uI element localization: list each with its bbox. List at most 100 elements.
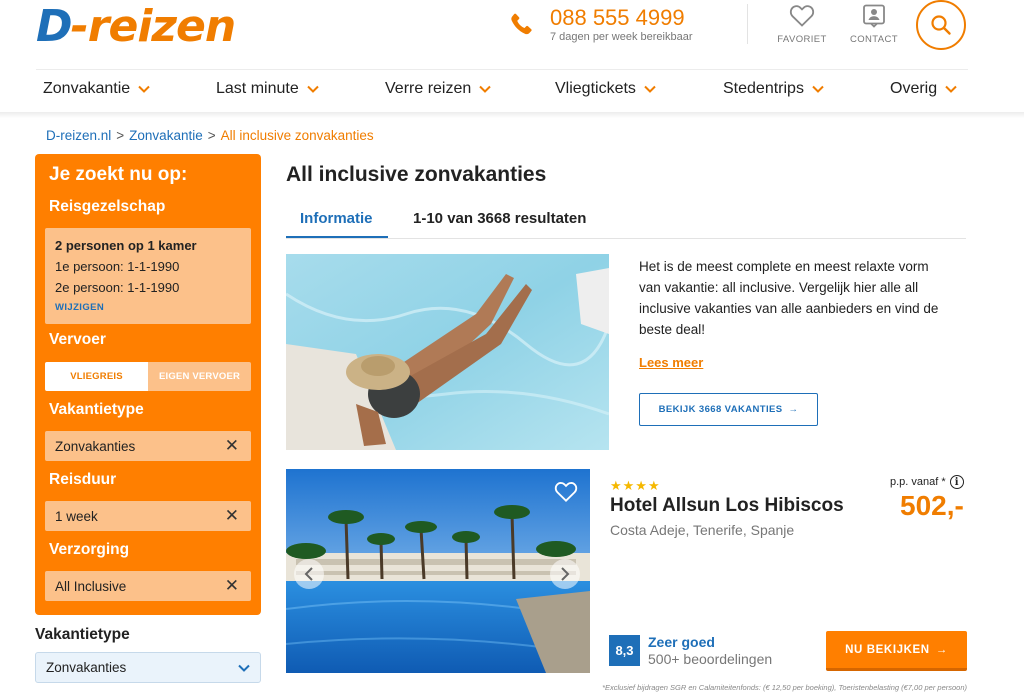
close-icon[interactable]: ✕ — [225, 576, 239, 596]
hotel-name[interactable]: Hotel Allsun Los Hibiscos — [610, 495, 844, 517]
breadcrumb-separator: > — [116, 128, 125, 143]
price-label-text: p.p. vanaf * — [890, 476, 946, 488]
search-icon — [931, 15, 951, 35]
nav-item-stedentrips[interactable]: Stedentrips — [723, 80, 824, 98]
filter-chip-board: All Inclusive ✕ — [45, 571, 251, 601]
tab-results[interactable]: 1-10 van 3668 resultaten — [413, 210, 586, 227]
nav-shadow — [0, 112, 1024, 118]
nav-label: Vliegtickets — [555, 80, 636, 97]
close-icon[interactable]: ✕ — [225, 506, 239, 526]
arrow-right-icon: → — [935, 643, 948, 656]
heart-icon — [789, 5, 815, 27]
duration-title: Reisduur — [49, 471, 117, 488]
favorites-button[interactable]: FAVORIET — [767, 4, 837, 45]
transport-title: Vervoer — [49, 331, 106, 348]
contact-icon — [863, 4, 885, 28]
chevron-down-icon — [238, 664, 250, 672]
arrow-right-icon: → — [788, 404, 799, 415]
board-title: Verzorging — [49, 541, 130, 558]
carousel-prev-button[interactable] — [294, 559, 324, 589]
filter-chip-duration: 1 week ✕ — [45, 501, 251, 531]
view-vacations-button[interactable]: BEKIJK 3668 VAKANTIES → — [639, 393, 818, 426]
info-icon[interactable]: i — [949, 475, 964, 489]
close-icon[interactable]: ✕ — [225, 436, 239, 456]
nav-label: Last minute — [216, 80, 299, 97]
vacation-type-title: Vakantietype — [49, 401, 144, 418]
nav-item-overig[interactable]: Overig — [890, 80, 957, 98]
site-header: D -reizen 088 555 4999 7 dagen per week b… — [0, 0, 1024, 70]
favorite-heart-icon[interactable] — [554, 481, 578, 503]
site-logo[interactable]: D -reizen — [36, 0, 237, 52]
transport-option-own[interactable]: EIGEN VERVOER — [148, 362, 251, 391]
filter-sidebar: Je zoekt nu op: Reisgezelschap 2 persone… — [35, 154, 261, 615]
chevron-down-icon — [479, 85, 491, 93]
read-more-link[interactable]: Lees meer — [639, 355, 703, 370]
header-divider — [747, 4, 748, 44]
vacation-type-select[interactable]: Zonvakanties — [35, 652, 261, 683]
phone-icon[interactable] — [506, 8, 536, 42]
price-footnote: *Exclusief bijdragen SGR en Calamiteiten… — [602, 683, 967, 692]
party-person-1: 1e persoon: 1-1-1990 — [55, 259, 180, 274]
breadcrumb-separator: > — [207, 128, 216, 143]
chevron-down-icon — [945, 85, 957, 93]
price-label: p.p. vanaf * i — [890, 475, 964, 489]
search-button[interactable] — [916, 0, 966, 50]
party-summary: 2 personen op 1 kamer — [55, 238, 197, 253]
chevron-down-icon — [138, 85, 150, 93]
page-title: All inclusive zonvakanties — [286, 163, 547, 186]
review-count[interactable]: 500+ beoordelingen — [648, 651, 772, 667]
main-nav: Zonvakantie Last minute Verre reizen Vli… — [36, 70, 968, 112]
view-hotel-button[interactable]: NU BEKIJKEN → — [826, 631, 967, 671]
nav-label: Verre reizen — [385, 80, 472, 97]
vacation-type-label: Vakantietype — [35, 626, 130, 643]
hotel-image[interactable] — [286, 469, 590, 673]
chevron-down-icon — [307, 85, 319, 93]
contact-button[interactable]: CONTACT — [839, 4, 909, 45]
hotel-price: 502,- — [900, 490, 964, 521]
breadcrumb-home[interactable]: D-reizen.nl — [46, 128, 111, 143]
active-tab-indicator — [286, 236, 388, 238]
tab-informatie[interactable]: Informatie — [300, 210, 373, 227]
chevron-down-icon — [644, 85, 656, 93]
filter-chip-vacation-type: Zonvakanties ✕ — [45, 431, 251, 461]
breadcrumb: D-reizen.nl > Zonvakantie > All inclusiv… — [46, 128, 374, 143]
party-title: Reisgezelschap — [49, 198, 166, 215]
sidebar-heading: Je zoekt nu op: — [49, 164, 188, 185]
hotel-location: Costa Adeje, Tenerife, Spanje — [610, 522, 795, 538]
phone-availability: 7 dagen per week bereikbaar — [550, 31, 693, 43]
carousel-next-button[interactable] — [550, 559, 580, 589]
chevron-down-icon — [812, 85, 824, 93]
filter-chip-label: 1 week — [55, 508, 98, 524]
transport-toggle: VLIEGREIS EIGEN VERVOER — [45, 362, 251, 391]
chevron-left-icon — [304, 567, 313, 581]
hero-image — [286, 254, 609, 450]
breadcrumb-zonvakantie[interactable]: Zonvakantie — [129, 128, 203, 143]
favorites-label: FAVORIET — [777, 34, 827, 45]
chevron-right-icon — [561, 567, 570, 581]
party-person-2: 2e persoon: 1-1-1990 — [55, 280, 180, 295]
logo-text: -reizen — [70, 0, 237, 52]
rating-score-badge: 8,3 — [609, 635, 640, 666]
nav-label: Stedentrips — [723, 80, 804, 97]
change-party-link[interactable]: WIJZIGEN — [55, 302, 241, 314]
nav-label: Overig — [890, 80, 938, 97]
filter-chip-label: All Inclusive — [55, 578, 127, 594]
nav-item-vliegtickets[interactable]: Vliegtickets — [555, 80, 656, 98]
nav-item-zonvakantie[interactable]: Zonvakantie — [43, 80, 150, 98]
breadcrumb-current: All inclusive zonvakanties — [220, 128, 374, 143]
phone-number[interactable]: 088 555 4999 — [550, 5, 685, 31]
rating-text: Zeer goed — [648, 634, 715, 650]
transport-option-flight[interactable]: VLIEGREIS — [45, 362, 148, 391]
nav-item-verre-reizen[interactable]: Verre reizen — [385, 80, 491, 98]
filter-chip-label: Zonvakanties — [55, 438, 136, 454]
tab-bar: Informatie 1-10 van 3668 resultaten — [286, 199, 966, 239]
hotel-star-rating: ★★★★ — [610, 478, 661, 493]
vacation-type-selected: Zonvakanties — [46, 660, 127, 675]
nav-item-last-minute[interactable]: Last minute — [216, 80, 319, 98]
party-summary-box: 2 personen op 1 kamer 1e persoon: 1-1-19… — [45, 228, 251, 324]
nav-label: Zonvakantie — [43, 80, 131, 97]
intro-text: Het is de meest complete en meest relaxt… — [639, 259, 939, 337]
contact-label: CONTACT — [849, 34, 898, 45]
logo-d: D — [36, 0, 73, 52]
view-vacations-label: BEKIJK 3668 VAKANTIES — [658, 404, 783, 415]
